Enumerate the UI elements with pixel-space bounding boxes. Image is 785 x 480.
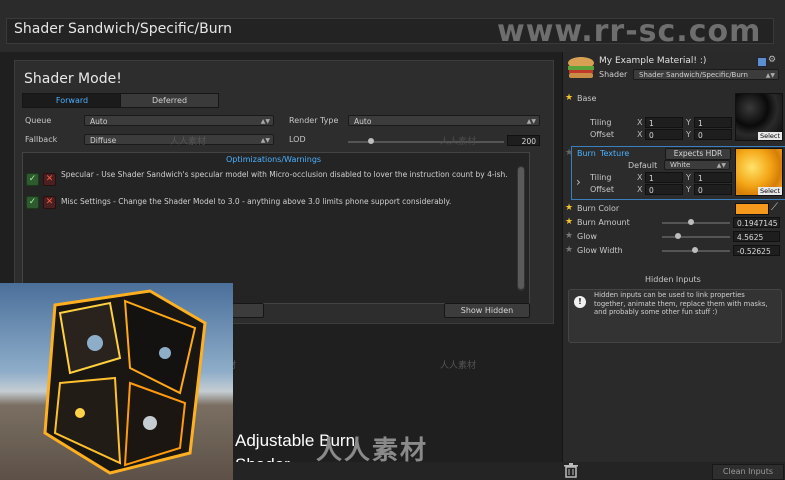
burn-tiling-x[interactable]: 1	[645, 172, 683, 183]
default-dropdown[interactable]: White ▲▼	[664, 160, 730, 170]
chevron-down-icon: ▲▼	[260, 137, 270, 144]
chevron-right-icon[interactable]: ›	[576, 175, 581, 189]
tab-deferred[interactable]: Deferred	[120, 93, 219, 108]
base-offset-label: Offset	[590, 130, 615, 139]
base-tiling-y[interactable]: 1	[694, 117, 732, 128]
glow-slider-track[interactable]	[662, 236, 730, 238]
glow-width-slider-knob[interactable]	[692, 247, 698, 253]
shader-value: Shader Sandwich/Specific/Burn	[639, 71, 748, 79]
watermark-text: 人人素材	[440, 137, 477, 147]
star-icon[interactable]: ★	[565, 231, 573, 241]
apply-check-icon[interactable]: ✓	[26, 196, 39, 209]
optimizations-title: Optimizations/Warnings	[226, 155, 322, 164]
base-label: Base	[577, 94, 597, 103]
base-offset-y[interactable]: 0	[694, 129, 732, 140]
axis-y-label: Y	[686, 130, 691, 139]
axis-y-label: Y	[686, 185, 691, 194]
fallback-label: Fallback	[25, 135, 58, 144]
queue-label: Queue	[25, 116, 52, 125]
glow-slider-knob[interactable]	[675, 233, 681, 239]
lod-label: LOD	[289, 135, 306, 144]
base-offset-x[interactable]: 0	[645, 129, 683, 140]
render-type-value: Auto	[354, 117, 372, 126]
queue-value: Auto	[90, 117, 108, 126]
sandwich-icon	[568, 57, 594, 78]
watermark-text: 人人素材	[170, 137, 207, 147]
burn-tiling-y[interactable]: 1	[694, 172, 732, 183]
optimizations-scroll-thumb[interactable]	[518, 167, 524, 289]
optimization-item: Specular - Use Shader Sandwich's specula…	[61, 170, 508, 179]
base-select-button[interactable]: Select	[758, 132, 782, 140]
axis-y-label: Y	[686, 173, 691, 182]
gear-icon[interactable]: ⚙	[768, 55, 776, 65]
dismiss-x-icon[interactable]: ✕	[43, 173, 56, 186]
default-label: Default	[628, 161, 658, 170]
burn-offset-y[interactable]: 0	[694, 184, 732, 195]
apply-check-icon[interactable]: ✓	[26, 173, 39, 186]
burn-amount-label: Burn Amount	[577, 218, 630, 227]
watermark-text: 人人素材	[440, 361, 477, 371]
axis-x-label: X	[637, 130, 643, 139]
render-type-label: Render Type	[289, 116, 339, 125]
help-icon[interactable]	[757, 57, 767, 67]
hidden-inputs-title: Hidden Inputs	[645, 275, 701, 284]
shader-label: Shader	[599, 70, 628, 79]
show-hidden-button[interactable]: Show Hidden	[444, 303, 530, 318]
burn-amount-field[interactable]: 0.1947145	[733, 217, 780, 228]
burn-amount-slider-knob[interactable]	[688, 219, 694, 225]
shader-dropdown[interactable]: Shader Sandwich/Specific/Burn ▲▼	[633, 69, 779, 80]
glow-width-field[interactable]: -0.52625	[733, 245, 780, 256]
burn-offset-x[interactable]: 0	[645, 184, 683, 195]
glow-label: Glow	[577, 232, 597, 241]
chevron-down-icon: ▲▼	[526, 118, 536, 125]
fallback-value: Diffuse	[90, 136, 117, 145]
chevron-down-icon: ▲▼	[716, 162, 726, 169]
axis-x-label: X	[637, 173, 643, 182]
star-icon[interactable]: ★	[565, 148, 573, 158]
expects-hdr-button[interactable]: Expects HDR	[665, 148, 731, 160]
burn-amount-slider-track[interactable]	[662, 222, 730, 224]
star-icon[interactable]: ★	[565, 203, 573, 213]
burning-cube-image	[43, 289, 207, 475]
burn-select-button[interactable]: Select	[758, 187, 782, 195]
base-tiling-label: Tiling	[590, 118, 612, 127]
glow-width-label: Glow Width	[577, 246, 623, 255]
burn-label: Burn	[577, 149, 596, 158]
axis-y-label: Y	[686, 118, 691, 127]
info-icon: !	[574, 296, 586, 308]
material-name: My Example Material! :)	[599, 56, 707, 66]
chevron-down-icon: ▲▼	[765, 72, 775, 79]
burn-offset-label: Offset	[590, 185, 615, 194]
axis-x-label: X	[637, 118, 643, 127]
queue-dropdown[interactable]: Auto ▲▼	[84, 115, 274, 126]
glow-field[interactable]: 4.5625	[733, 231, 780, 242]
bottom-bar	[233, 462, 785, 480]
eyedropper-icon[interactable]: ⟋	[771, 202, 778, 213]
texture-label: Texture	[600, 149, 630, 158]
trash-icon[interactable]	[563, 463, 579, 478]
burn-tiling-label: Tiling	[590, 173, 612, 182]
lod-field[interactable]: 200	[507, 135, 540, 146]
base-tiling-x[interactable]: 1	[645, 117, 683, 128]
lod-slider-knob[interactable]	[368, 138, 374, 144]
dismiss-x-icon[interactable]: ✕	[43, 196, 56, 209]
material-preview	[0, 283, 233, 480]
axis-x-label: X	[637, 185, 643, 194]
star-icon[interactable]: ★	[565, 93, 573, 103]
star-icon[interactable]: ★	[565, 217, 573, 227]
chevron-down-icon: ▲▼	[260, 118, 270, 125]
tab-forward[interactable]: Forward	[22, 93, 122, 108]
default-value: White	[670, 161, 691, 169]
secondary-button[interactable]	[232, 303, 264, 318]
watermark-url: www.rr-sc.com	[497, 14, 762, 49]
star-icon[interactable]: ★	[565, 245, 573, 255]
optimization-item: Misc Settings - Change the Shader Model …	[61, 197, 452, 206]
shader-mode-title: Shader Mode!	[24, 71, 122, 87]
window-title: Shader Sandwich/Specific/Burn	[14, 21, 232, 37]
clean-inputs-button[interactable]: Clean Inputs	[712, 464, 784, 480]
render-type-dropdown[interactable]: Auto ▲▼	[348, 115, 540, 126]
burn-color-swatch[interactable]	[735, 203, 769, 215]
burn-color-label: Burn Color	[577, 204, 620, 213]
hidden-inputs-text: Hidden inputs can be used to link proper…	[594, 291, 768, 316]
